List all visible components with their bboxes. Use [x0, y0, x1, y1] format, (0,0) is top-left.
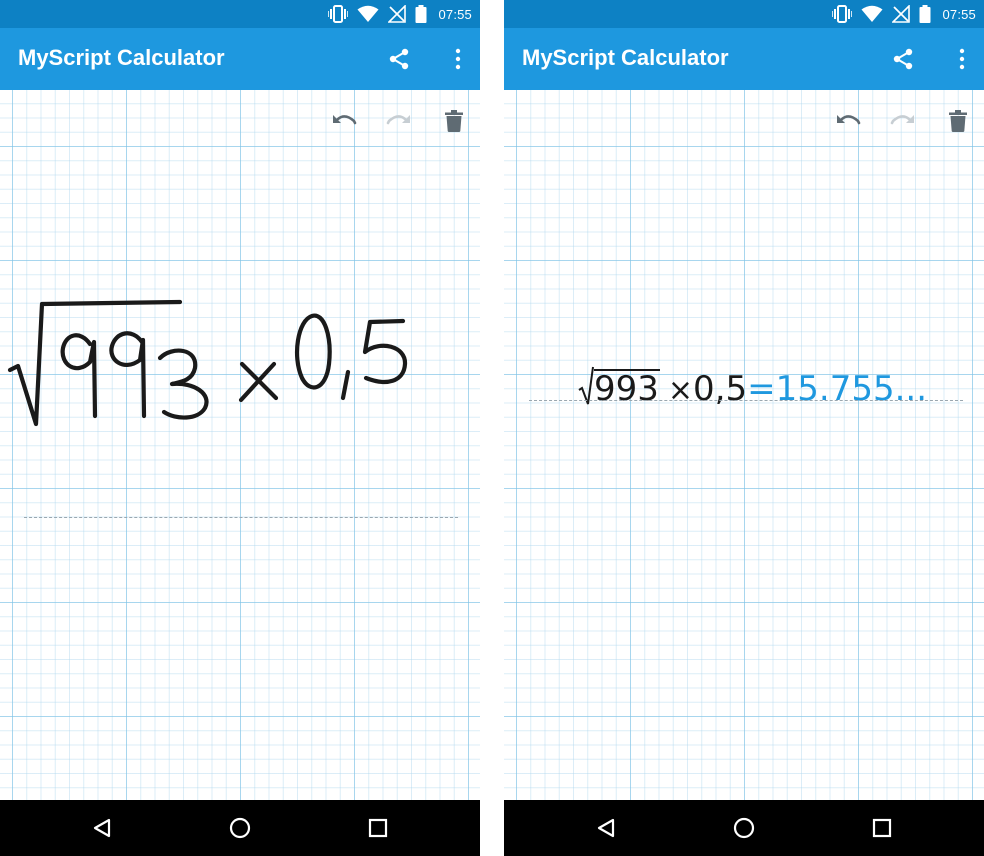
delete-icon [445, 110, 463, 132]
more-options-button[interactable] [444, 45, 472, 73]
battery-icon [919, 5, 931, 23]
writing-guide-line [529, 400, 963, 401]
nav-recents-button[interactable] [364, 814, 392, 842]
screenshot-stage: 07:55 MyScript Calculator 07:55 MyScript… [0, 0, 984, 856]
delete-button[interactable] [943, 106, 973, 136]
no-signal-icon [388, 5, 407, 23]
equals-sign: = [747, 369, 776, 409]
status-time: 07:55 [438, 6, 472, 22]
share-icon [893, 48, 913, 70]
expression-operator: × [667, 373, 694, 408]
result-value: 15.755... [775, 369, 928, 409]
share-button[interactable] [889, 45, 917, 73]
undo-icon [837, 115, 861, 125]
app-title: MyScript Calculator [18, 45, 225, 70]
vibrate-icon [832, 5, 853, 23]
ink-digit-0 [294, 313, 332, 390]
back-icon [93, 818, 111, 838]
app-bar: MyScript Calculator [504, 28, 984, 90]
redo-icon [386, 115, 410, 125]
more-vert-icon [959, 48, 965, 70]
home-icon [229, 817, 251, 839]
home-icon [733, 817, 755, 839]
nav-home-button[interactable] [226, 814, 254, 842]
status-bar: 07:55 [0, 0, 480, 28]
undo-icon [333, 115, 357, 125]
undo-button[interactable] [329, 106, 359, 136]
ink-comma [340, 369, 351, 401]
undo-button[interactable] [833, 106, 863, 136]
more-options-button[interactable] [948, 45, 976, 73]
expression-radicand: 993 [594, 369, 660, 409]
ink-digit-9-first [60, 333, 98, 419]
status-icons: 07:55 [328, 4, 472, 24]
battery-icon [415, 5, 427, 23]
more-vert-icon [455, 48, 461, 70]
ink-digit-3 [157, 348, 209, 420]
ink-times-sign [238, 361, 279, 403]
recents-icon [368, 818, 388, 838]
app-title: MyScript Calculator [522, 45, 729, 70]
ink-digit-5 [362, 318, 408, 384]
no-signal-icon [892, 5, 911, 23]
phone-screen-handwritten: 07:55 MyScript Calculator [0, 0, 480, 856]
wifi-icon [357, 5, 379, 22]
recents-icon [872, 818, 892, 838]
status-icons: 07:55 [832, 4, 976, 24]
app-bar: MyScript Calculator [0, 28, 480, 90]
navigation-bar [504, 800, 984, 856]
back-icon [597, 818, 615, 838]
nav-recents-button[interactable] [868, 814, 896, 842]
recognized-expression: 993 × 0,5 = 15.755... [578, 360, 927, 409]
writing-canvas[interactable]: 993 × 0,5 = 15.755... [504, 90, 984, 800]
nav-back-button[interactable] [88, 814, 116, 842]
delete-button[interactable] [439, 106, 469, 136]
share-button[interactable] [385, 45, 413, 73]
handwriting-ink [7, 299, 408, 427]
status-bar: 07:55 [504, 0, 984, 28]
expression-operand: 0,5 [693, 369, 748, 409]
phone-screen-result: 07:55 MyScript Calculator 993 × 0,5 = 15… [504, 0, 984, 856]
writing-guide-line [24, 517, 458, 518]
redo-icon [890, 115, 914, 125]
redo-button[interactable] [888, 106, 918, 136]
redo-button[interactable] [384, 106, 414, 136]
navigation-bar [0, 800, 480, 856]
vibrate-icon [328, 5, 349, 23]
delete-icon [949, 110, 967, 132]
share-icon [389, 48, 409, 70]
nav-back-button[interactable] [592, 814, 620, 842]
writing-canvas[interactable] [0, 90, 480, 800]
status-time: 07:55 [942, 6, 976, 22]
ink-digit-9-second [109, 331, 147, 419]
wifi-icon [861, 5, 883, 22]
nav-home-button[interactable] [730, 814, 758, 842]
